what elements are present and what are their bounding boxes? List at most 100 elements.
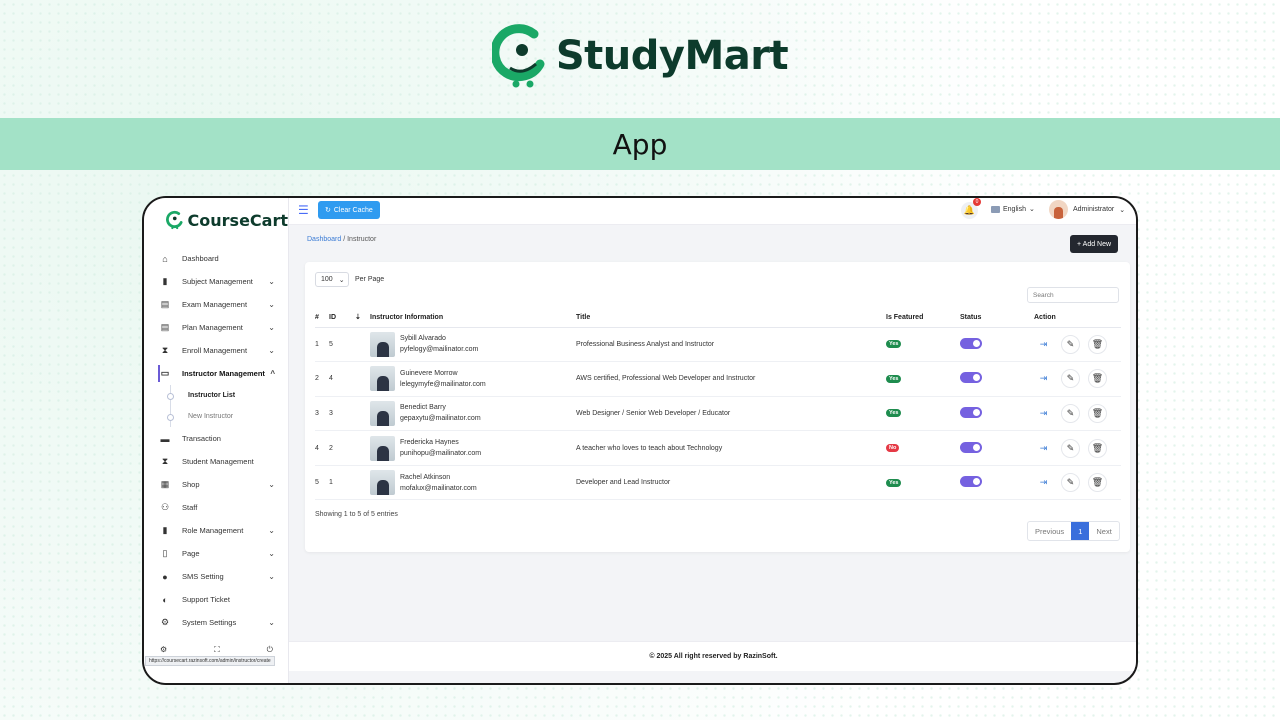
featured-badge: Yes <box>886 340 902 349</box>
breadcrumb-dashboard-link[interactable]: Dashboard <box>307 236 341 243</box>
row-id: 4 <box>329 361 355 397</box>
row-status <box>960 396 1034 432</box>
row-instructor-info: Guinevere Morrow lelegymyfe@mailinator.c… <box>370 361 576 397</box>
pagination-next[interactable]: Next <box>1089 522 1118 540</box>
sidebar-item-support-ticket[interactable]: ◐ Support Ticket <box>144 588 289 611</box>
row-id: 1 <box>329 465 355 501</box>
instructor-photo <box>370 400 395 426</box>
sidebar-item-sms-setting[interactable]: ● SMS Setting ⌄ <box>144 565 289 588</box>
language-selector[interactable]: English ⌄ <box>991 205 1035 213</box>
sidebar-item-subject-management[interactable]: ▮ Subject Management ⌄ <box>144 270 289 293</box>
coursecart-logo[interactable]: CourseCart <box>144 198 288 236</box>
action-buttons: ⇥ ✎ 🗑 <box>1034 473 1121 493</box>
login-as-icon[interactable]: ⇥ <box>1034 335 1053 354</box>
sort-icon[interactable]: ⇣ <box>355 308 370 328</box>
sidebar-item-page[interactable]: ▯ Page ⌄ <box>144 542 289 565</box>
sidebar-item-staff[interactable]: ⚇ Staff <box>144 496 289 519</box>
col-id[interactable]: ID <box>329 308 355 328</box>
add-new-button[interactable]: + Add New <box>1070 235 1119 253</box>
delete-trash-icon[interactable]: 🗑 <box>1088 369 1107 389</box>
col-title: Title <box>576 308 886 328</box>
chevron-up-icon: ^ <box>270 369 275 378</box>
sidebar-subitem-new-instructor[interactable]: New Instructor <box>144 406 289 427</box>
pagination-previous[interactable]: Previous <box>1028 522 1071 540</box>
sidebar-item-plan-management[interactable]: ▤ Plan Management ⌄ <box>144 316 289 339</box>
student-icon: ⧗ <box>161 456 169 466</box>
sidebar-item-dashboard[interactable]: ⌂ Dashboard <box>144 247 289 270</box>
row-actions: ⇥ ✎ 🗑 <box>1034 430 1121 466</box>
pagination-page-current[interactable]: 1 <box>1071 522 1090 540</box>
footer: © 2025 All right reserved by RazinSoft. <box>289 641 1136 671</box>
login-as-icon[interactable]: ⇥ <box>1034 404 1053 423</box>
status-toggle[interactable] <box>960 441 982 453</box>
login-as-icon[interactable]: ⇥ <box>1034 369 1053 388</box>
delete-trash-icon[interactable]: 🗑 <box>1088 334 1107 354</box>
sidebar-item-system-settings[interactable]: ⚙ System Settings ⌄ <box>144 611 289 634</box>
coursecart-logo-icon <box>166 210 183 230</box>
row-spacer <box>355 430 370 466</box>
notification-count-badge: 0 <box>973 198 981 206</box>
edit-pencil-icon[interactable]: ✎ <box>1061 473 1080 493</box>
sidebar-item-label: Dashboard <box>182 254 219 263</box>
edit-pencil-icon[interactable]: ✎ <box>1061 334 1080 354</box>
col-status: Status <box>960 308 1034 328</box>
row-num: 4 <box>315 430 329 466</box>
sidebar-item-label: Student Management <box>182 457 254 466</box>
row-actions: ⇥ ✎ 🗑 <box>1034 361 1121 397</box>
per-page-control: 100 ⌄ Per Page <box>315 272 384 287</box>
page-icon: ▯ <box>162 548 168 558</box>
sidebar-item-role-management[interactable]: ▮ Role Management ⌄ <box>144 519 289 542</box>
sidebar-item-label: Role Management <box>182 526 244 535</box>
status-toggle[interactable] <box>960 337 982 349</box>
refresh-icon: ↻ <box>325 207 331 214</box>
sidebar-menu: ⌂ Dashboard ▮ Subject Management ⌄ ▤ Exa… <box>144 247 289 634</box>
app-window: CourseCart ⌂ Dashboard ▮ Subject Managem… <box>142 196 1138 685</box>
status-toggle[interactable] <box>960 476 982 488</box>
hamburger-menu-icon[interactable]: ☰ <box>298 203 309 217</box>
chevron-down-icon: ⌄ <box>268 549 275 558</box>
chevron-down-icon: ⌄ <box>268 526 275 535</box>
clear-cache-button[interactable]: ↻ Clear Cache <box>318 201 380 219</box>
login-as-icon[interactable]: ⇥ <box>1034 473 1053 492</box>
sidebar-item-student-management[interactable]: ⧗ Student Management <box>144 450 289 473</box>
row-status <box>960 465 1034 501</box>
sidebar-item-shop[interactable]: ▦ Shop ⌄ <box>144 473 289 496</box>
chevron-down-icon: ⌄ <box>1028 206 1035 213</box>
row-featured: No <box>886 430 960 466</box>
breadcrumb-separator: / <box>343 236 346 243</box>
status-toggle[interactable] <box>960 372 982 384</box>
sidebar-item-instructor-management[interactable]: ▭ Instructor Management ^ <box>144 362 289 385</box>
per-page-select[interactable]: 100 ⌄ <box>315 272 349 287</box>
delete-trash-icon[interactable]: 🗑 <box>1088 438 1107 458</box>
sidebar-item-enroll-management[interactable]: ⧗ Enroll Management ⌄ <box>144 339 289 362</box>
row-status <box>960 327 1034 363</box>
instructor-photo <box>370 470 395 496</box>
table-row: 4 2 Fredericka Haynes punihopu@mailinato… <box>315 430 1121 466</box>
edit-pencil-icon[interactable]: ✎ <box>1061 369 1080 389</box>
edit-pencil-icon[interactable]: ✎ <box>1061 438 1080 458</box>
edit-pencil-icon[interactable]: ✎ <box>1061 403 1080 423</box>
sidebar-item-transaction[interactable]: ▬ Transaction <box>144 427 289 450</box>
status-toggle[interactable] <box>960 406 982 418</box>
coursecart-logo-text: CourseCart <box>187 210 288 230</box>
chevron-down-icon: ⌄ <box>268 480 275 489</box>
col-action: Action <box>1034 308 1121 328</box>
delete-trash-icon[interactable]: 🗑 <box>1088 473 1107 493</box>
sidebar-subitem-instructor-list[interactable]: Instructor List <box>144 385 289 406</box>
search-input[interactable]: Search <box>1027 287 1119 303</box>
sidebar-item-label: Page <box>182 549 200 558</box>
col-instructor-info: Instructor Information <box>370 308 576 328</box>
instructor-info: Fredericka Haynes punihopu@mailinator.co… <box>370 435 576 461</box>
row-num: 3 <box>315 396 329 432</box>
hourglass-icon: ⧗ <box>161 345 169 355</box>
table-row: 5 1 Rachel Atkinson mofalux@mailinator.c… <box>315 465 1121 501</box>
sidebar-item-label: System Settings <box>182 618 237 627</box>
user-menu[interactable]: Administrator ⌄ <box>1049 200 1125 219</box>
sidebar-item-label: Transaction <box>182 434 221 443</box>
flag-icon <box>991 205 1000 213</box>
delete-trash-icon[interactable]: 🗑 <box>1088 403 1107 423</box>
exam-icon: ▤ <box>160 299 170 309</box>
login-as-icon[interactable]: ⇥ <box>1034 439 1053 458</box>
row-title: Web Designer / Senior Web Developer / Ed… <box>576 396 886 432</box>
sidebar-item-exam-management[interactable]: ▤ Exam Management ⌄ <box>144 293 289 316</box>
